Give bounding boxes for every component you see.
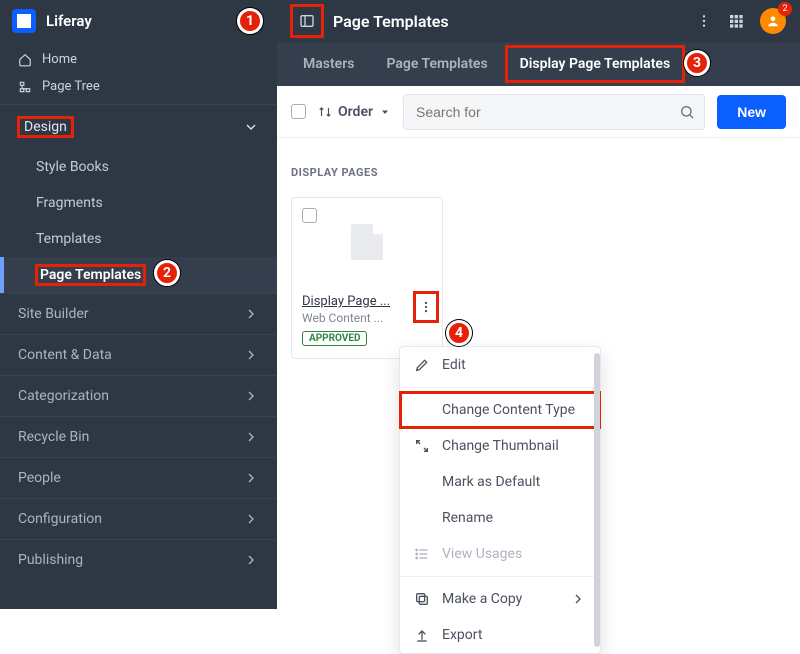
status-badge: APPROVED xyxy=(302,331,367,346)
menu-change-content-type[interactable]: Change Content Type xyxy=(400,392,600,428)
upload-icon xyxy=(414,627,430,643)
sidebar: Liferay Home Page Tree Design Style Book… xyxy=(0,0,277,609)
page-title: Page Templates xyxy=(333,12,449,31)
apps-icon[interactable] xyxy=(728,13,744,29)
callout-3: 3 xyxy=(684,50,710,76)
sidebar-header: Liferay xyxy=(0,0,277,42)
sidebar-group-header-design[interactable]: Design xyxy=(0,105,277,149)
sidebar-group-site-builder[interactable]: Site Builder xyxy=(0,294,277,334)
more-icon[interactable] xyxy=(696,13,712,29)
select-all-checkbox[interactable] xyxy=(291,104,306,119)
sidebar-group-categorization[interactable]: Categorization xyxy=(0,376,277,416)
notification-badge: 2 xyxy=(778,2,792,16)
sidebar-item-templates[interactable]: Templates xyxy=(0,221,277,257)
brand-name: Liferay xyxy=(46,12,92,30)
search xyxy=(403,94,705,130)
toolbar: Order New xyxy=(277,86,800,138)
sidebar-item-label: Page Tree xyxy=(42,79,100,94)
menu-view-usages: View Usages xyxy=(400,536,600,572)
menu-separator xyxy=(400,387,600,388)
caret-down-icon xyxy=(379,106,391,118)
chevron-right-icon xyxy=(243,429,259,445)
order-label: Order xyxy=(338,104,373,120)
product-menu-toggle[interactable] xyxy=(291,5,323,37)
sidebar-group-people[interactable]: People xyxy=(0,458,277,498)
sidebar-group-content-data[interactable]: Content & Data xyxy=(0,335,277,375)
card-preview xyxy=(292,198,442,286)
chevron-right-icon xyxy=(570,591,586,607)
pencil-icon xyxy=(414,357,430,373)
sidebar-item-style-books[interactable]: Style Books xyxy=(0,149,277,185)
sidebar-item-fragments[interactable]: Fragments xyxy=(0,185,277,221)
callout-1: 1 xyxy=(237,8,263,34)
copy-icon xyxy=(414,591,430,607)
menu-change-thumbnail[interactable]: Change Thumbnail xyxy=(400,428,600,464)
chevron-right-icon xyxy=(243,511,259,527)
chevron-right-icon xyxy=(243,306,259,322)
section-label: DISPLAY PAGES xyxy=(291,166,786,179)
sidebar-group-publishing[interactable]: Publishing xyxy=(0,540,277,580)
sidebar-group-label: Design xyxy=(18,117,73,137)
sidebar-group-design: Design Style Books Fragments Templates P… xyxy=(0,104,277,293)
search-input[interactable] xyxy=(403,94,705,130)
chevron-right-icon xyxy=(243,388,259,404)
chevron-right-icon xyxy=(243,552,259,568)
tabs: Masters Page Templates Display Page Temp… xyxy=(277,42,800,86)
sidebar-item-label: Home xyxy=(42,52,77,67)
card-checkbox[interactable] xyxy=(302,208,317,223)
menu-edit[interactable]: Edit xyxy=(400,347,600,383)
menu-mark-default[interactable]: Mark as Default xyxy=(400,464,600,500)
tab-masters[interactable]: Masters xyxy=(289,46,368,82)
actions-dropdown: Edit Change Content Type Change Thumbnai… xyxy=(399,346,601,654)
template-card[interactable]: Display Page ... Web Content ... APPROVE… xyxy=(291,197,443,359)
menu-export[interactable]: Export xyxy=(400,617,600,653)
sidebar-top-nav: Home Page Tree xyxy=(0,42,277,104)
card-actions-button[interactable] xyxy=(414,292,438,322)
order-dropdown[interactable]: Order xyxy=(318,104,391,120)
sidebar-item-home[interactable]: Home xyxy=(0,46,277,73)
chevron-down-icon xyxy=(243,119,259,135)
avatar[interactable]: 2 xyxy=(760,8,786,34)
tab-display-page-templates[interactable]: Display Page Templates xyxy=(506,46,685,82)
chevron-right-icon xyxy=(243,470,259,486)
refresh-icon xyxy=(414,438,430,454)
sidebar-item-page-templates[interactable]: Page Templates xyxy=(0,257,277,293)
callout-2: 2 xyxy=(154,260,180,286)
brand-logo xyxy=(12,9,36,33)
menu-make-copy[interactable]: Make a Copy xyxy=(400,581,600,617)
sidebar-item-page-tree[interactable]: Page Tree xyxy=(0,73,277,100)
search-icon[interactable] xyxy=(679,104,695,120)
sidebar-group-configuration[interactable]: Configuration xyxy=(0,499,277,539)
tab-page-templates[interactable]: Page Templates xyxy=(372,46,501,82)
menu-rename[interactable]: Rename xyxy=(400,500,600,536)
card-subtitle: Web Content ... xyxy=(302,311,432,325)
list-icon xyxy=(414,546,430,562)
card-title[interactable]: Display Page ... xyxy=(302,294,432,309)
sidebar-group-recycle-bin[interactable]: Recycle Bin xyxy=(0,417,277,457)
chevron-right-icon xyxy=(243,347,259,363)
menu-separator xyxy=(400,576,600,577)
page-icon xyxy=(351,224,383,260)
new-button[interactable]: New xyxy=(717,95,786,129)
topbar: Page Templates 2 xyxy=(277,0,800,42)
callout-4: 4 xyxy=(446,320,472,346)
